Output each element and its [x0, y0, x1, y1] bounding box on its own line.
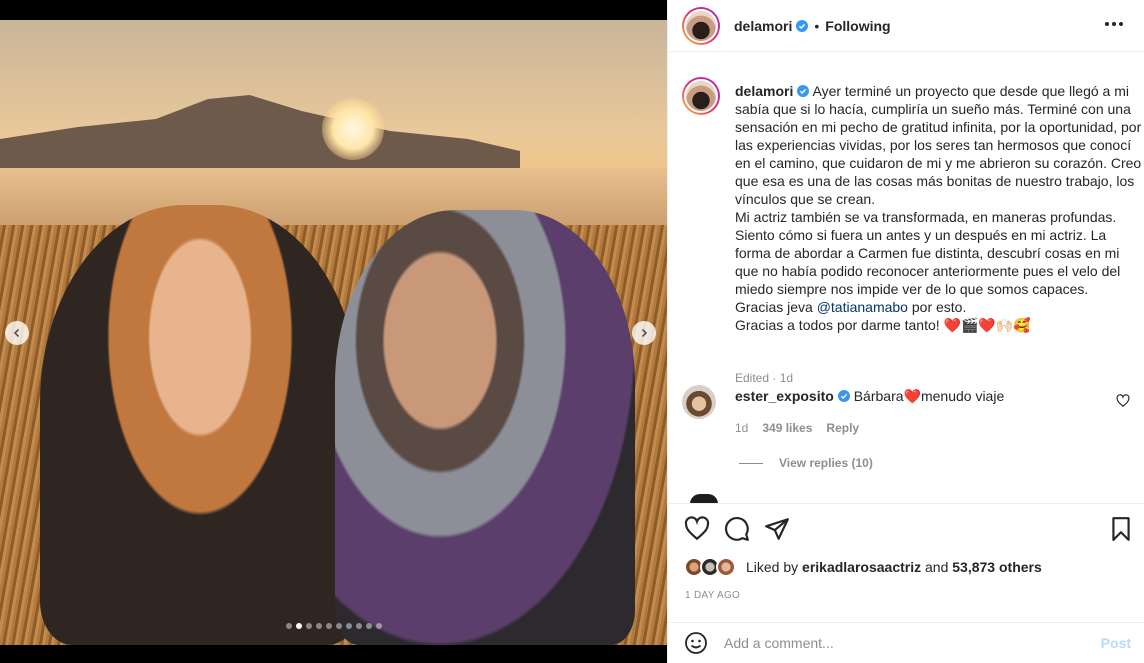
post-side-panel: delamori • Following delamori Ayer termi… — [667, 0, 1144, 663]
chevron-left-icon — [13, 328, 20, 338]
view-replies-button[interactable]: View replies (10) — [739, 456, 873, 470]
verified-badge-icon — [796, 19, 809, 32]
share-paper-plane-icon[interactable] — [764, 516, 790, 542]
emoji-smiley-icon[interactable] — [684, 631, 708, 655]
likes-prefix: Liked by — [746, 559, 803, 575]
carousel-dot — [315, 623, 322, 629]
verified-badge-icon — [797, 85, 810, 97]
author-username[interactable]: delamori — [734, 17, 809, 34]
carousel-dot — [345, 623, 352, 629]
post-header: delamori • Following — [668, 0, 1144, 52]
author-username-text: delamori — [734, 17, 793, 34]
comments-scroll-area[interactable]: delamori Ayer terminé un proyecto que de… — [668, 53, 1144, 503]
likes-summary: Liked by erikadlarosaactriz and 53,873 o… — [684, 557, 1042, 577]
carousel-next-button[interactable] — [632, 321, 656, 345]
liker-username-link[interactable]: erikadlarosaactriz — [802, 559, 921, 575]
commenter-avatar[interactable] — [682, 385, 716, 419]
comment-like-heart-icon[interactable] — [1116, 394, 1130, 408]
following-button[interactable]: Following — [825, 18, 890, 34]
view-replies-label: View replies (10) — [779, 456, 873, 470]
add-comment-input[interactable] — [724, 635, 1064, 651]
carousel-dot — [335, 623, 342, 629]
comment-reply-button[interactable]: Reply — [826, 421, 859, 435]
instagram-post-view: delamori • Following delamori Ayer termi… — [0, 0, 1144, 663]
verified-badge-icon — [837, 390, 850, 402]
carousel-dot — [365, 623, 372, 629]
comment-likes-count[interactable]: 349 likes — [762, 421, 812, 435]
hill-shape — [0, 95, 520, 175]
comment-item: ester_exposito Bárbara❤️menudo viaje 1d … — [682, 383, 1132, 435]
comment-body: Bárbara❤️menudo viaje — [853, 388, 1005, 404]
save-bookmark-icon[interactable] — [1108, 516, 1134, 542]
likes-middle: and — [921, 559, 953, 575]
post-actions-bar — [668, 503, 1144, 553]
avatar-image — [684, 79, 718, 113]
woman-figure — [40, 205, 360, 645]
likes-text: Liked by erikadlarosaactriz and 53,873 o… — [746, 559, 1042, 575]
carousel-dot — [375, 623, 382, 629]
comment-meta: 1d 349 likes Reply — [735, 421, 859, 435]
carousel-dot — [325, 623, 332, 629]
carousel-indicator — [0, 623, 667, 629]
caption-avatar[interactable] — [682, 77, 720, 115]
avatar-image — [684, 8, 718, 43]
post-timestamp: 1 DAY AGO — [685, 590, 741, 601]
carousel-dot — [295, 623, 302, 629]
next-comment-avatar-peek — [690, 494, 718, 503]
carousel-prev-button[interactable] — [5, 321, 29, 345]
caption-mention-link[interactable]: @tatianamabo — [817, 299, 908, 315]
author-avatar[interactable] — [682, 6, 720, 45]
post-media — [0, 0, 667, 663]
caption-body: Ayer terminé un proyecto que desde que l… — [735, 83, 1142, 315]
comment-text: ester_exposito Bárbara❤️menudo viaje — [735, 388, 1004, 405]
comment-time: 1d — [735, 421, 749, 435]
chevron-right-icon — [641, 328, 648, 338]
replies-divider — [739, 462, 763, 464]
carousel-dot — [285, 623, 292, 629]
header-separator: • — [814, 17, 820, 34]
carousel-dot — [355, 623, 362, 629]
post-photo — [0, 20, 667, 645]
likes-others-link[interactable]: 53,873 others — [952, 559, 1042, 575]
more-options-icon[interactable] — [1101, 18, 1127, 30]
man-figure — [335, 210, 635, 645]
like-heart-icon[interactable] — [684, 516, 710, 542]
commenter-username[interactable]: ester_exposito — [735, 388, 834, 404]
comment-bubble-icon[interactable] — [724, 516, 750, 542]
add-comment-bar: Post — [668, 622, 1144, 663]
carousel-dot — [305, 623, 312, 629]
sun-shape — [322, 98, 384, 160]
caption-text: delamori Ayer terminé un proyecto que de… — [735, 82, 1144, 334]
liker-avatar[interactable] — [716, 557, 736, 577]
post-comment-button[interactable]: Post — [1101, 635, 1131, 651]
caption-username[interactable]: delamori — [735, 83, 793, 99]
